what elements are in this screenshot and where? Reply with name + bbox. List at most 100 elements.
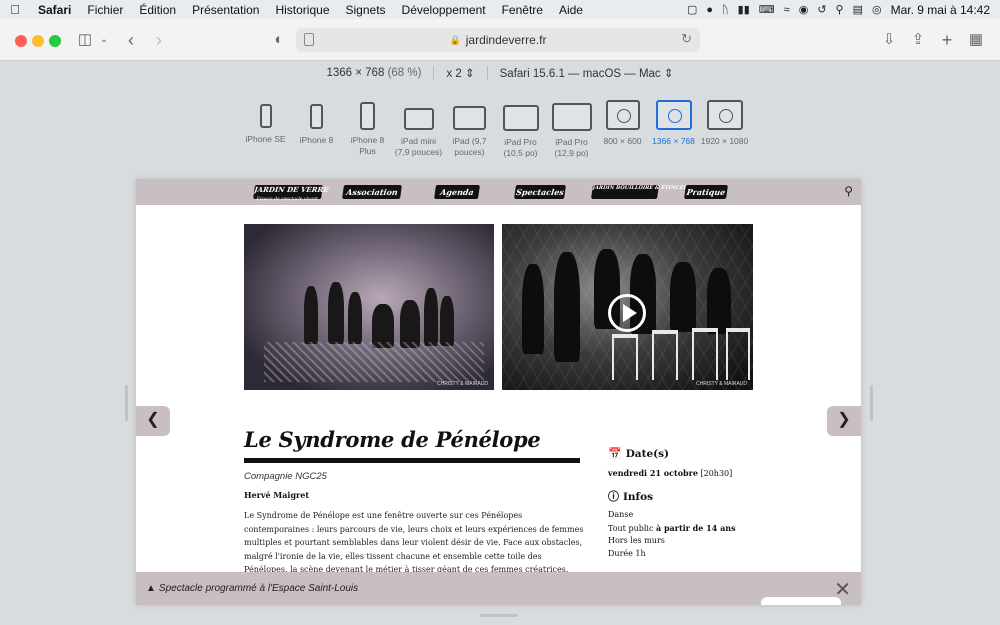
play-icon[interactable]	[608, 294, 646, 332]
device-label: iPad Pro (12,9 po)	[554, 137, 589, 158]
responsive-design-bar: 1366 × 768 (68 %) x 2 ⇕ Safari 15.6.1 — …	[0, 66, 1000, 80]
nav-association[interactable]: Association	[342, 185, 402, 199]
device-ipad[interactable]: iPad (9,7 pouces)	[444, 100, 495, 159]
new-tab-icon[interactable]: +	[937, 30, 957, 50]
device-iphone-se[interactable]: iPhone SE	[240, 100, 291, 159]
nav-agenda[interactable]: Agenda	[434, 185, 480, 199]
apple-icon[interactable]: 	[0, 2, 30, 17]
resize-handle-left[interactable]	[125, 385, 128, 421]
device-800x600[interactable]: 800 × 600	[597, 100, 648, 159]
bluetooth-icon[interactable]: ᚢ	[722, 4, 729, 16]
device-label: 1366 × 768	[652, 136, 695, 146]
wifi-icon[interactable]: ≈	[784, 4, 790, 16]
menu-bar:  Safari Fichier Édition Présentation Hi…	[0, 0, 1000, 19]
keyboard-icon[interactable]: ⌨	[759, 3, 775, 16]
stool	[652, 330, 678, 380]
reload-icon[interactable]: ↻	[681, 31, 692, 47]
menu-clock[interactable]: Mar. 9 mai à 14:42	[891, 3, 990, 17]
dancer-figure	[554, 252, 580, 362]
infos-heading: ⓘ Infos	[608, 488, 653, 504]
dancer-figure	[440, 296, 454, 346]
forward-button[interactable]: ›	[150, 30, 168, 50]
close-window-button[interactable]	[15, 35, 27, 47]
battery-icon[interactable]: ▮▮	[738, 3, 750, 16]
menu-aide[interactable]: Aide	[551, 3, 591, 17]
site-logo[interactable]: JARDIN DE VERRE Espace de spectacle viva…	[253, 185, 329, 202]
info-public: Tout public à partir de 14 ans	[608, 523, 736, 533]
user-agent-select[interactable]: Safari 15.6.1 — macOS — Mac ⇕	[500, 66, 674, 80]
page-title: Le Syndrome de Pénélope	[244, 427, 541, 452]
dates-heading: 📅 Date(s)	[608, 447, 669, 460]
nav-spectacles[interactable]: Spectacles	[514, 185, 566, 199]
reader-icon[interactable]	[304, 33, 314, 46]
device-label: iPhone 8 Plus	[350, 135, 385, 156]
device-iphone-8-plus[interactable]: iPhone 8 Plus	[342, 100, 393, 159]
address-bar[interactable]: 🔒 jardindeverre.fr ↻	[296, 28, 700, 52]
zoom-window-button[interactable]	[49, 35, 61, 47]
siri-icon[interactable]: ◎	[872, 3, 882, 16]
show-photo[interactable]: CHRISTY & MAIRAUD	[244, 224, 494, 390]
floating-tab[interactable]	[761, 597, 841, 605]
menu-historique[interactable]: Historique	[267, 3, 337, 17]
chevron-down-icon[interactable]: ⌄	[98, 30, 110, 50]
phone-icon	[360, 102, 375, 130]
simulated-page: JARDIN DE VERRE Espace de spectacle viva…	[136, 179, 861, 605]
resolution-label[interactable]: 1366 × 768 (68 %)	[326, 67, 421, 79]
site-navigation: JARDIN DE VERRE Espace de spectacle viva…	[136, 179, 861, 205]
time-machine-icon[interactable]: ↺	[817, 3, 826, 16]
stool	[612, 334, 638, 380]
search-icon[interactable]: ⚲	[844, 184, 853, 198]
tablet-icon	[551, 103, 592, 131]
pixel-ratio-select[interactable]: x 2 ⇕	[446, 66, 474, 80]
director-name: Hervé Maigret	[244, 490, 310, 500]
notice-banner: ▲ Spectacle programmé à l'Espace Saint-L…	[136, 572, 861, 605]
user-icon[interactable]: ◉	[799, 3, 809, 16]
tablet-icon	[403, 108, 434, 130]
browser-toolbar: ◫ ⌄ ‹ › ◐ 🔒 jardindeverre.fr ↻ ⇩ ⇪ + ▦	[0, 19, 1000, 61]
device-ipad-pro-12-9[interactable]: iPad Pro (12,9 po)	[546, 100, 597, 159]
menu-signets[interactable]: Signets	[338, 3, 394, 17]
menu-fenetre[interactable]: Fenêtre	[494, 3, 551, 17]
control-center-icon[interactable]: ▤	[853, 3, 863, 16]
date-entry: vendredi 21 octobre [20h30]	[608, 468, 732, 478]
resize-handle-bottom[interactable]	[480, 614, 518, 617]
menu-fichier[interactable]: Fichier	[79, 3, 131, 17]
stool	[692, 328, 718, 380]
device-ipad-mini[interactable]: iPad mini (7,9 pouces)	[393, 100, 444, 159]
menu-safari[interactable]: Safari	[30, 3, 79, 17]
device-ipad-pro-10-5[interactable]: iPad Pro (10,5 po)	[495, 100, 546, 159]
date-day: vendredi 21 octobre	[608, 468, 698, 478]
dancer-figure	[348, 292, 362, 344]
public-age: à partir de 14 ans	[655, 523, 736, 533]
device-1920x1080[interactable]: 1920 × 1080	[699, 100, 750, 159]
nav-pratique[interactable]: Pratique	[684, 185, 728, 199]
privacy-shield-icon[interactable]: ◐	[270, 30, 288, 50]
back-button[interactable]: ‹	[122, 30, 140, 50]
spotlight-search-icon[interactable]: ⚲	[836, 3, 844, 16]
menu-edition[interactable]: Édition	[131, 3, 184, 17]
sidebar-icon[interactable]: ◫	[76, 30, 94, 50]
device-presets: iPhone SE iPhone 8 iPhone 8 Plus iPad mi…	[240, 100, 750, 159]
carousel-next-button[interactable]: ❯	[827, 406, 861, 436]
share-icon[interactable]: ⇪	[908, 30, 928, 50]
device-label: iPad mini (7,9 pouces)	[394, 136, 443, 157]
dates-heading-text: Date(s)	[625, 448, 669, 460]
logo-subtitle: Espace de spectacle vivant	[255, 197, 319, 202]
device-1366x768[interactable]: 1366 × 768	[648, 100, 699, 159]
divider	[433, 66, 435, 80]
tablet-icon	[502, 105, 539, 131]
nav-bouilloire-etincelles[interactable]: JARDIN BOUILLOIRE & ÉTINCELLES	[591, 185, 698, 199]
menu-presentation[interactable]: Présentation	[184, 3, 267, 17]
screen-mirror-icon[interactable]: ▢	[687, 3, 697, 16]
video-thumbnail[interactable]: CHRISTY & MAIRAUD	[502, 224, 753, 390]
menu-developpement[interactable]: Développement	[394, 3, 494, 17]
downloads-icon[interactable]: ⇩	[879, 30, 899, 50]
date-time: [20h30]	[700, 469, 733, 478]
resize-handle-right[interactable]	[870, 385, 873, 421]
device-iphone-8[interactable]: iPhone 8	[291, 100, 342, 159]
minimize-window-button[interactable]	[32, 35, 44, 47]
tab-overview-icon[interactable]: ▦	[966, 30, 986, 50]
device-label: iPhone SE	[245, 134, 286, 144]
carousel-prev-button[interactable]: ❮	[136, 406, 170, 436]
record-icon[interactable]: ●	[706, 4, 713, 16]
